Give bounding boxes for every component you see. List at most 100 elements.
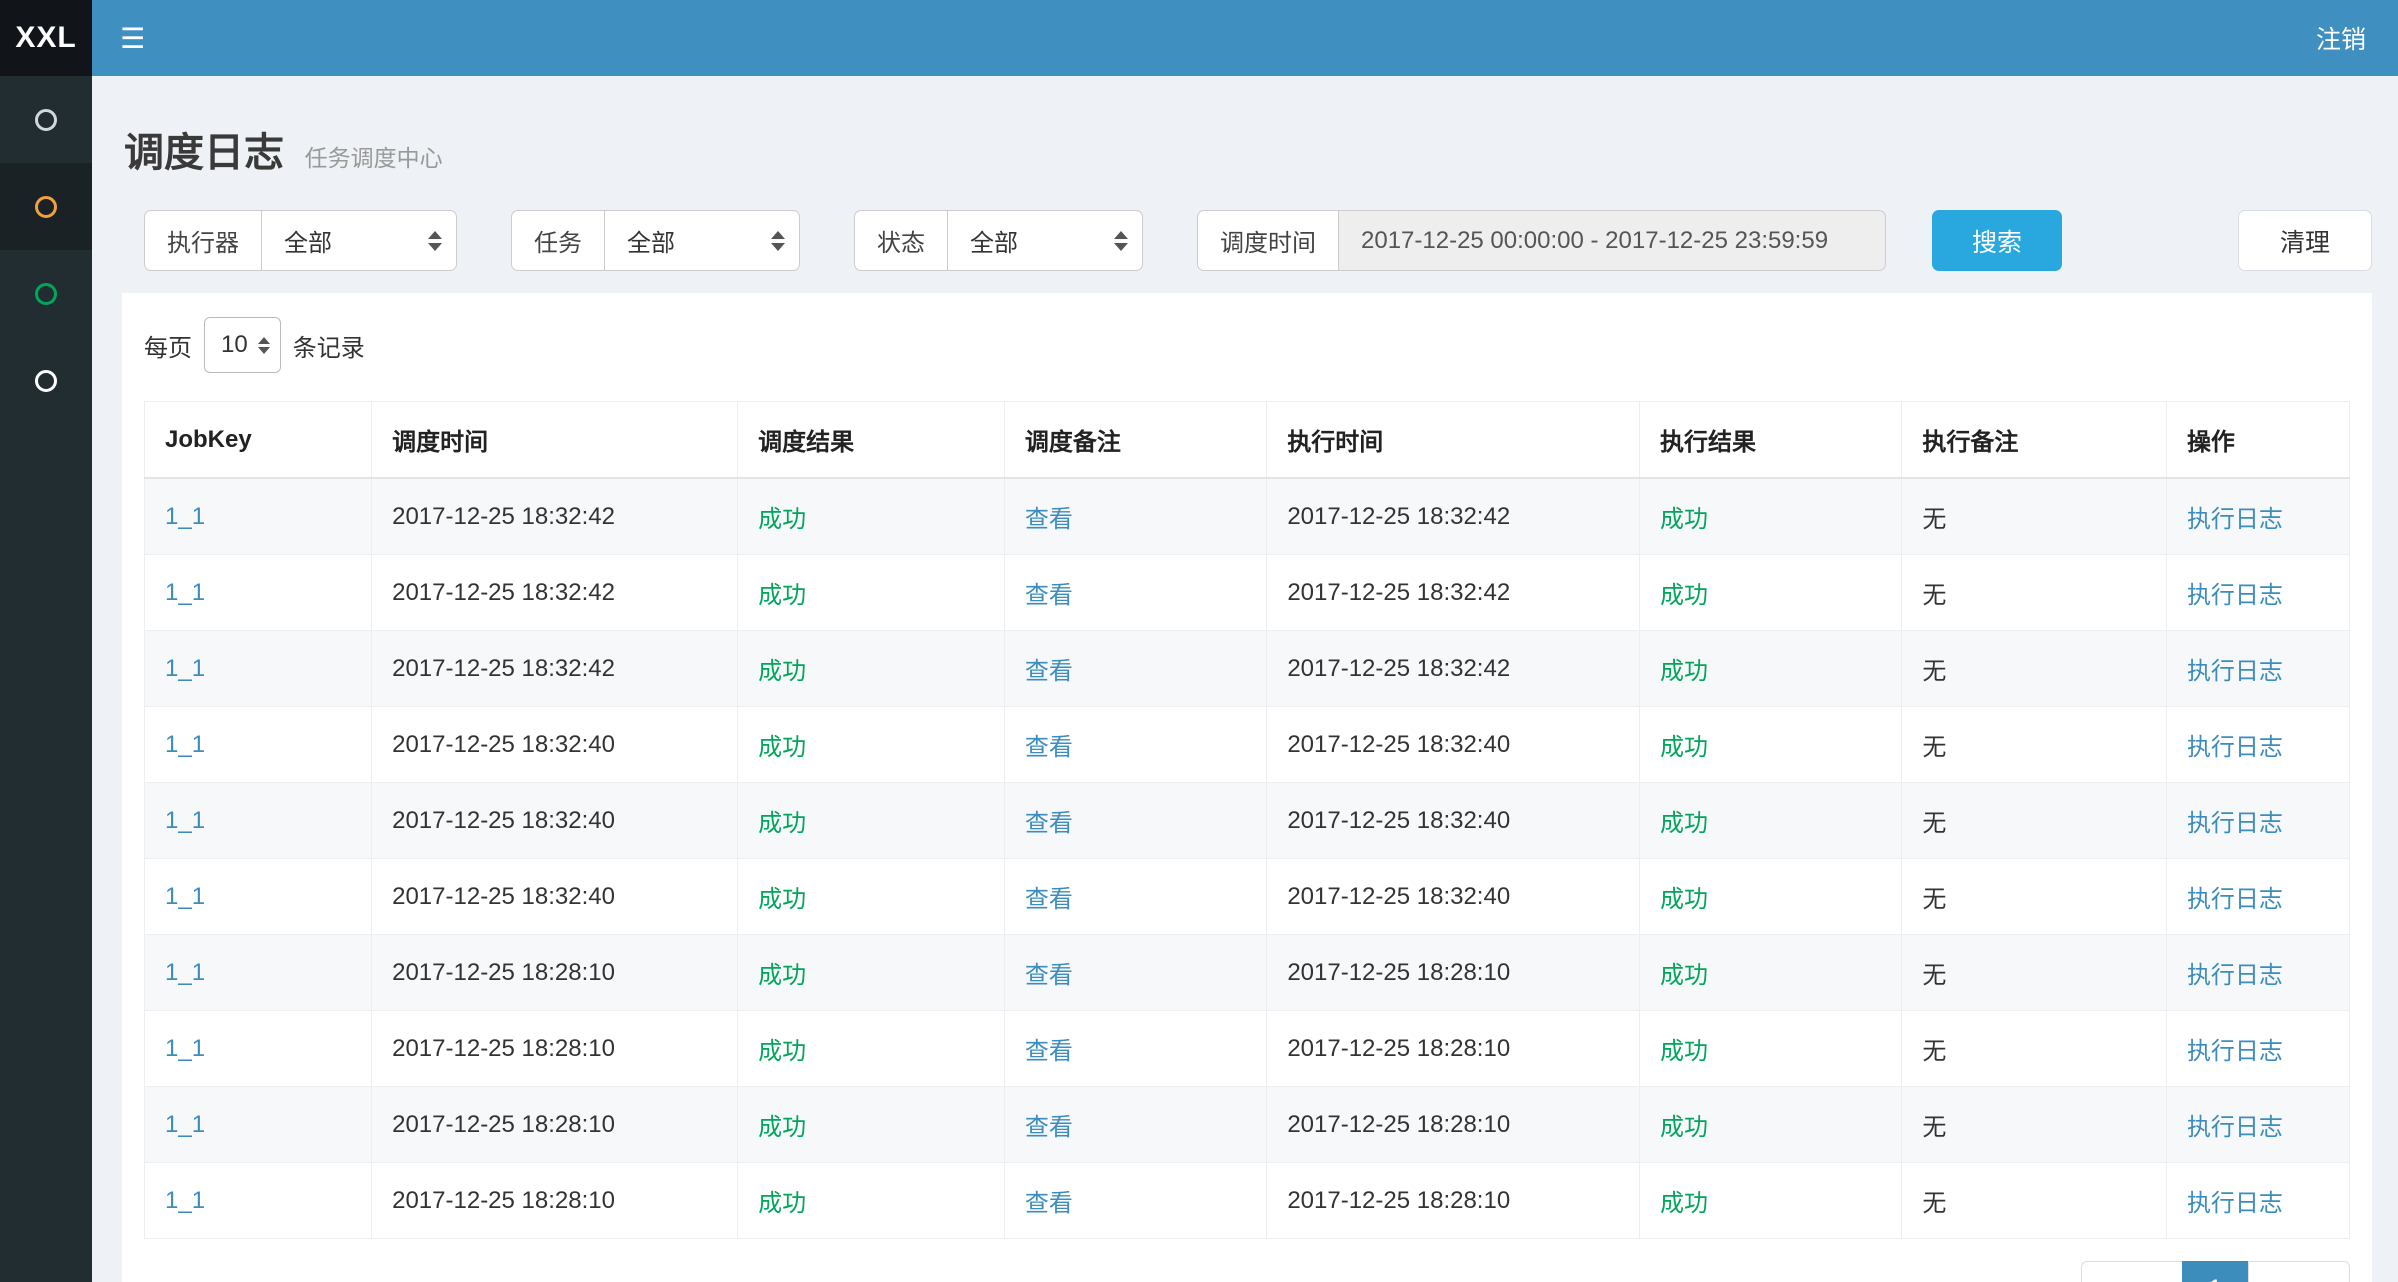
table-row: 1_1 2017-12-25 18:32:42 成功 查看 2017-12-25… bbox=[145, 478, 2350, 555]
col-header-jobkey: JobKey bbox=[145, 402, 372, 479]
col-header-action: 操作 bbox=[2166, 402, 2349, 479]
handle-result-cell: 成功 bbox=[1639, 1087, 1901, 1163]
handle-msg-cell: 无 bbox=[1902, 707, 2167, 783]
jobkey-link[interactable]: 1_1 bbox=[165, 1035, 205, 1062]
trigger-result-cell: 成功 bbox=[738, 707, 1005, 783]
page-size-select[interactable]: 10 bbox=[204, 317, 281, 373]
exec-log-link[interactable]: 执行日志 bbox=[2187, 506, 2283, 533]
sidebar-item-dashboard[interactable] bbox=[0, 76, 92, 163]
exec-log-link[interactable]: 执行日志 bbox=[2187, 734, 2283, 761]
exec-log-link[interactable]: 执行日志 bbox=[2187, 886, 2283, 913]
trigger-time-cell: 2017-12-25 18:32:42 bbox=[372, 631, 738, 707]
handle-result-cell: 成功 bbox=[1639, 935, 1901, 1011]
table-row: 1_1 2017-12-25 18:32:42 成功 查看 2017-12-25… bbox=[145, 555, 2350, 631]
sidebar-item-jobinfo[interactable] bbox=[0, 250, 92, 337]
table-row: 1_1 2017-12-25 18:32:40 成功 查看 2017-12-25… bbox=[145, 707, 2350, 783]
page-number-button[interactable]: 1 bbox=[2182, 1261, 2249, 1282]
handle-msg-cell: 无 bbox=[1902, 783, 2167, 859]
handle-time-cell: 2017-12-25 18:32:40 bbox=[1267, 783, 1640, 859]
trigger-time-cell: 2017-12-25 18:32:40 bbox=[372, 783, 738, 859]
sidebar-item-help[interactable] bbox=[0, 337, 92, 424]
handle-result-cell: 成功 bbox=[1639, 783, 1901, 859]
select-arrows-icon bbox=[771, 231, 785, 251]
clear-button[interactable]: 清理 bbox=[2238, 210, 2372, 271]
status-select[interactable]: 全部 bbox=[947, 210, 1143, 271]
trigger-msg-link[interactable]: 查看 bbox=[1025, 1190, 1073, 1217]
table-row: 1_1 2017-12-25 18:28:10 成功 查看 2017-12-25… bbox=[145, 1011, 2350, 1087]
trigger-time-filter-group: 调度时间 2017-12-25 00:00:00 - 2017-12-25 23… bbox=[1197, 210, 1886, 271]
jobkey-link[interactable]: 1_1 bbox=[165, 731, 205, 758]
trigger-result-cell: 成功 bbox=[738, 935, 1005, 1011]
jobkey-link[interactable]: 1_1 bbox=[165, 579, 205, 606]
exec-log-link[interactable]: 执行日志 bbox=[2187, 1038, 2283, 1065]
sidebar bbox=[0, 76, 92, 1282]
handle-time-cell: 2017-12-25 18:32:42 bbox=[1267, 555, 1640, 631]
jobkey-link[interactable]: 1_1 bbox=[165, 807, 205, 834]
trigger-msg-link[interactable]: 查看 bbox=[1025, 810, 1073, 837]
page-size-value: 10 bbox=[221, 331, 248, 359]
jobkey-link[interactable]: 1_1 bbox=[165, 655, 205, 682]
trigger-msg-link[interactable]: 查看 bbox=[1025, 962, 1073, 989]
trigger-time-cell: 2017-12-25 18:32:40 bbox=[372, 859, 738, 935]
exec-log-link[interactable]: 执行日志 bbox=[2187, 962, 2283, 989]
handle-time-cell: 2017-12-25 18:28:10 bbox=[1267, 1087, 1640, 1163]
job-select-value: 全部 bbox=[627, 223, 675, 258]
select-arrows-icon bbox=[428, 231, 442, 251]
sidebar-toggle-icon[interactable]: ☰ bbox=[92, 0, 173, 76]
trigger-msg-link[interactable]: 查看 bbox=[1025, 582, 1073, 609]
trigger-result-cell: 成功 bbox=[738, 478, 1005, 555]
col-header-trigger-time: 调度时间 bbox=[372, 402, 738, 479]
col-header-trigger-result: 调度结果 bbox=[738, 402, 1005, 479]
exec-log-link[interactable]: 执行日志 bbox=[2187, 582, 2283, 609]
page-title: 调度日志 bbox=[124, 131, 284, 175]
jobkey-link[interactable]: 1_1 bbox=[165, 883, 205, 910]
handle-msg-cell: 无 bbox=[1902, 1087, 2167, 1163]
next-page-button[interactable]: 下页 bbox=[2248, 1261, 2350, 1282]
handle-msg-cell: 无 bbox=[1902, 631, 2167, 707]
pagination-summary: 第 1 页 ( 总共 1 页，10 条记录 ) bbox=[144, 1275, 483, 1282]
trigger-time-cell: 2017-12-25 18:28:10 bbox=[372, 1011, 738, 1087]
page-size-suffix-label: 条记录 bbox=[293, 328, 365, 363]
job-select[interactable]: 全部 bbox=[604, 210, 800, 271]
table-header-row: JobKey 调度时间 调度结果 调度备注 执行时间 执行结果 执行备注 操作 bbox=[145, 402, 2350, 479]
trigger-msg-link[interactable]: 查看 bbox=[1025, 886, 1073, 913]
search-button[interactable]: 搜索 bbox=[1932, 210, 2062, 271]
top-navbar: XXL ☰ 注销 bbox=[0, 0, 2398, 76]
trigger-result-cell: 成功 bbox=[738, 1087, 1005, 1163]
trigger-time-cell: 2017-12-25 18:32:42 bbox=[372, 478, 738, 555]
prev-page-button[interactable]: 上页 bbox=[2081, 1261, 2183, 1282]
filter-bar: 执行器 全部 任务 全部 状态 bbox=[144, 210, 2372, 271]
handle-msg-cell: 无 bbox=[1902, 478, 2167, 555]
handle-result-cell: 成功 bbox=[1639, 478, 1901, 555]
logout-link[interactable]: 注销 bbox=[2284, 0, 2398, 76]
handle-result-cell: 成功 bbox=[1639, 859, 1901, 935]
jobkey-link[interactable]: 1_1 bbox=[165, 959, 205, 986]
app-logo[interactable]: XXL bbox=[0, 0, 92, 76]
navbar-main: ☰ 注销 bbox=[92, 0, 2398, 76]
sidebar-item-joblog[interactable] bbox=[0, 163, 92, 250]
job-filter-label: 任务 bbox=[511, 210, 604, 271]
handle-msg-cell: 无 bbox=[1902, 1011, 2167, 1087]
trigger-msg-link[interactable]: 查看 bbox=[1025, 506, 1073, 533]
jobkey-link[interactable]: 1_1 bbox=[165, 503, 205, 530]
executor-select[interactable]: 全部 bbox=[261, 210, 457, 271]
handle-result-cell: 成功 bbox=[1639, 707, 1901, 783]
pagination: 上页 1 下页 bbox=[2081, 1261, 2350, 1282]
col-header-handle-time: 执行时间 bbox=[1267, 402, 1640, 479]
trigger-time-range-input[interactable]: 2017-12-25 00:00:00 - 2017-12-25 23:59:5… bbox=[1338, 210, 1886, 271]
jobkey-link[interactable]: 1_1 bbox=[165, 1187, 205, 1214]
trigger-msg-link[interactable]: 查看 bbox=[1025, 1038, 1073, 1065]
handle-msg-cell: 无 bbox=[1902, 1163, 2167, 1239]
handle-result-cell: 成功 bbox=[1639, 1163, 1901, 1239]
exec-log-link[interactable]: 执行日志 bbox=[2187, 1190, 2283, 1217]
handle-time-cell: 2017-12-25 18:28:10 bbox=[1267, 935, 1640, 1011]
trigger-msg-link[interactable]: 查看 bbox=[1025, 734, 1073, 761]
trigger-msg-link[interactable]: 查看 bbox=[1025, 1114, 1073, 1141]
circle-icon bbox=[35, 283, 57, 305]
exec-log-link[interactable]: 执行日志 bbox=[2187, 810, 2283, 837]
jobkey-link[interactable]: 1_1 bbox=[165, 1111, 205, 1138]
exec-log-link[interactable]: 执行日志 bbox=[2187, 658, 2283, 685]
table-row: 1_1 2017-12-25 18:32:40 成功 查看 2017-12-25… bbox=[145, 783, 2350, 859]
trigger-msg-link[interactable]: 查看 bbox=[1025, 658, 1073, 685]
exec-log-link[interactable]: 执行日志 bbox=[2187, 1114, 2283, 1141]
